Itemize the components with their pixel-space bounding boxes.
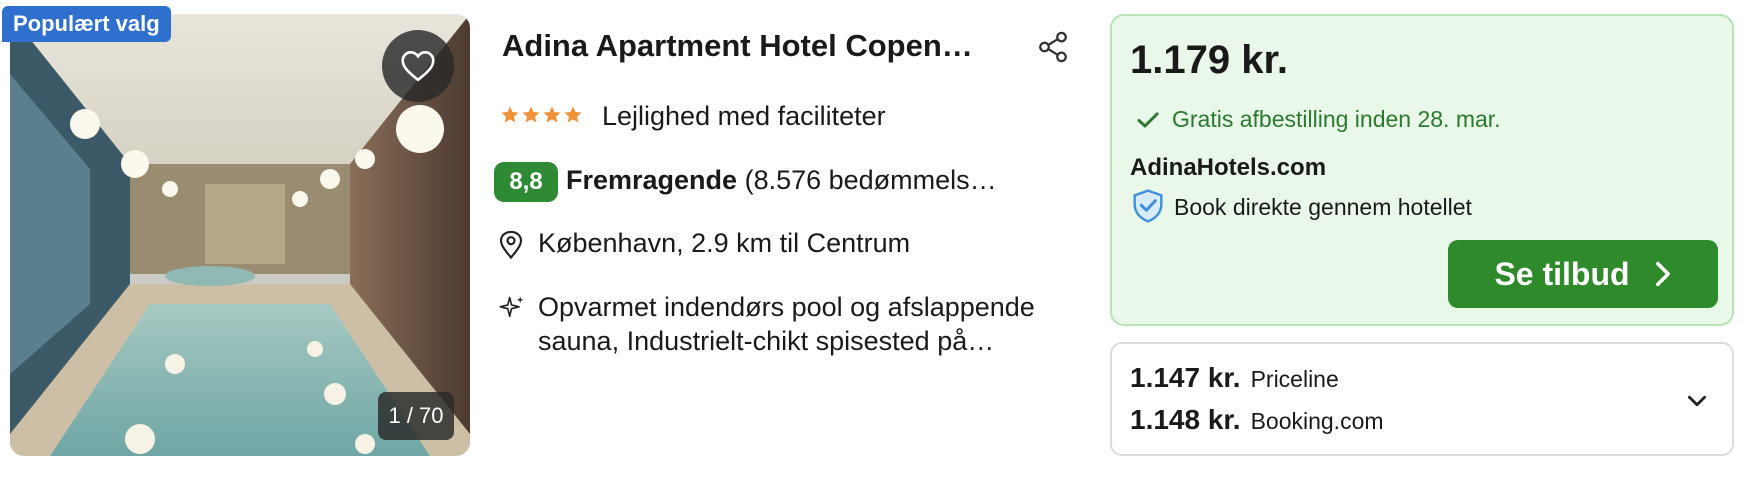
rating-score-badge: 8,8 — [494, 162, 558, 202]
book-direct-text: Book direkte gennem hotellet — [1174, 194, 1472, 220]
other-offers-dropdown[interactable]: 1.147 kr. Priceline 1.148 kr. Booking.co… — [1110, 342, 1734, 456]
hotel-name[interactable]: Adina Apartment Hotel Copen… — [502, 28, 1002, 64]
view-deal-button[interactable]: Se tilbud — [1448, 240, 1718, 308]
deal-provider: AdinaHotels.com — [1130, 154, 1327, 181]
accommodation-type: Lejlighed med faciliteter — [602, 101, 886, 131]
favorite-button[interactable] — [382, 30, 454, 102]
deal-price: 1.179 kr. — [1130, 38, 1288, 82]
sparkle-icon — [499, 296, 524, 317]
location-text: København, 2.9 km til Centrum — [538, 228, 911, 258]
check-icon — [1137, 112, 1159, 128]
chevron-down-icon[interactable] — [1684, 388, 1710, 414]
offer-price: 1.147 kr. — [1130, 362, 1241, 393]
rating-summary[interactable]: Fremragende (8.576 bedømmels… — [566, 165, 1026, 196]
chevron-right-icon — [1655, 261, 1670, 287]
shield-icon — [1133, 189, 1163, 223]
share-icon[interactable] — [1036, 30, 1070, 64]
view-deal-label: Se tilbud — [1494, 255, 1630, 292]
free-cancellation-text: Gratis afbestilling inden 28. mar. — [1172, 106, 1501, 132]
offer-price: 1.148 kr. — [1130, 404, 1241, 435]
description-line-2: sauna, Industrielt-chikt spisested på… — [538, 326, 995, 356]
star-icon — [501, 106, 519, 123]
offer-row: 1.147 kr. Priceline — [1130, 362, 1339, 394]
rating-count: (8.576 bedømmels… — [744, 165, 997, 195]
description-line-1: Opvarmet indendørs pool og afslappende — [538, 292, 1035, 322]
star-icon — [543, 106, 561, 123]
offer-row: 1.148 kr. Booking.com — [1130, 404, 1384, 436]
offer-site: Priceline — [1250, 366, 1339, 392]
best-deal-box[interactable]: 1.179 kr. Gratis afbestilling inden 28. … — [1110, 14, 1734, 326]
map-pin-icon — [499, 230, 523, 260]
star-icon — [564, 106, 582, 123]
heart-icon — [401, 51, 435, 82]
star-icon — [522, 106, 540, 123]
offer-site: Booking.com — [1250, 408, 1384, 434]
photo-counter: 1 / 70 — [378, 392, 454, 440]
rating-label: Fremragende — [566, 165, 738, 195]
star-rating — [500, 105, 583, 125]
hotel-result-card: Populært valg 1 / 70 Adina Apartment Hot… — [0, 0, 1750, 480]
popular-badge: Populært valg — [2, 6, 171, 42]
hotel-description: Opvarmet indendørs pool og afslappende s… — [538, 290, 1078, 358]
